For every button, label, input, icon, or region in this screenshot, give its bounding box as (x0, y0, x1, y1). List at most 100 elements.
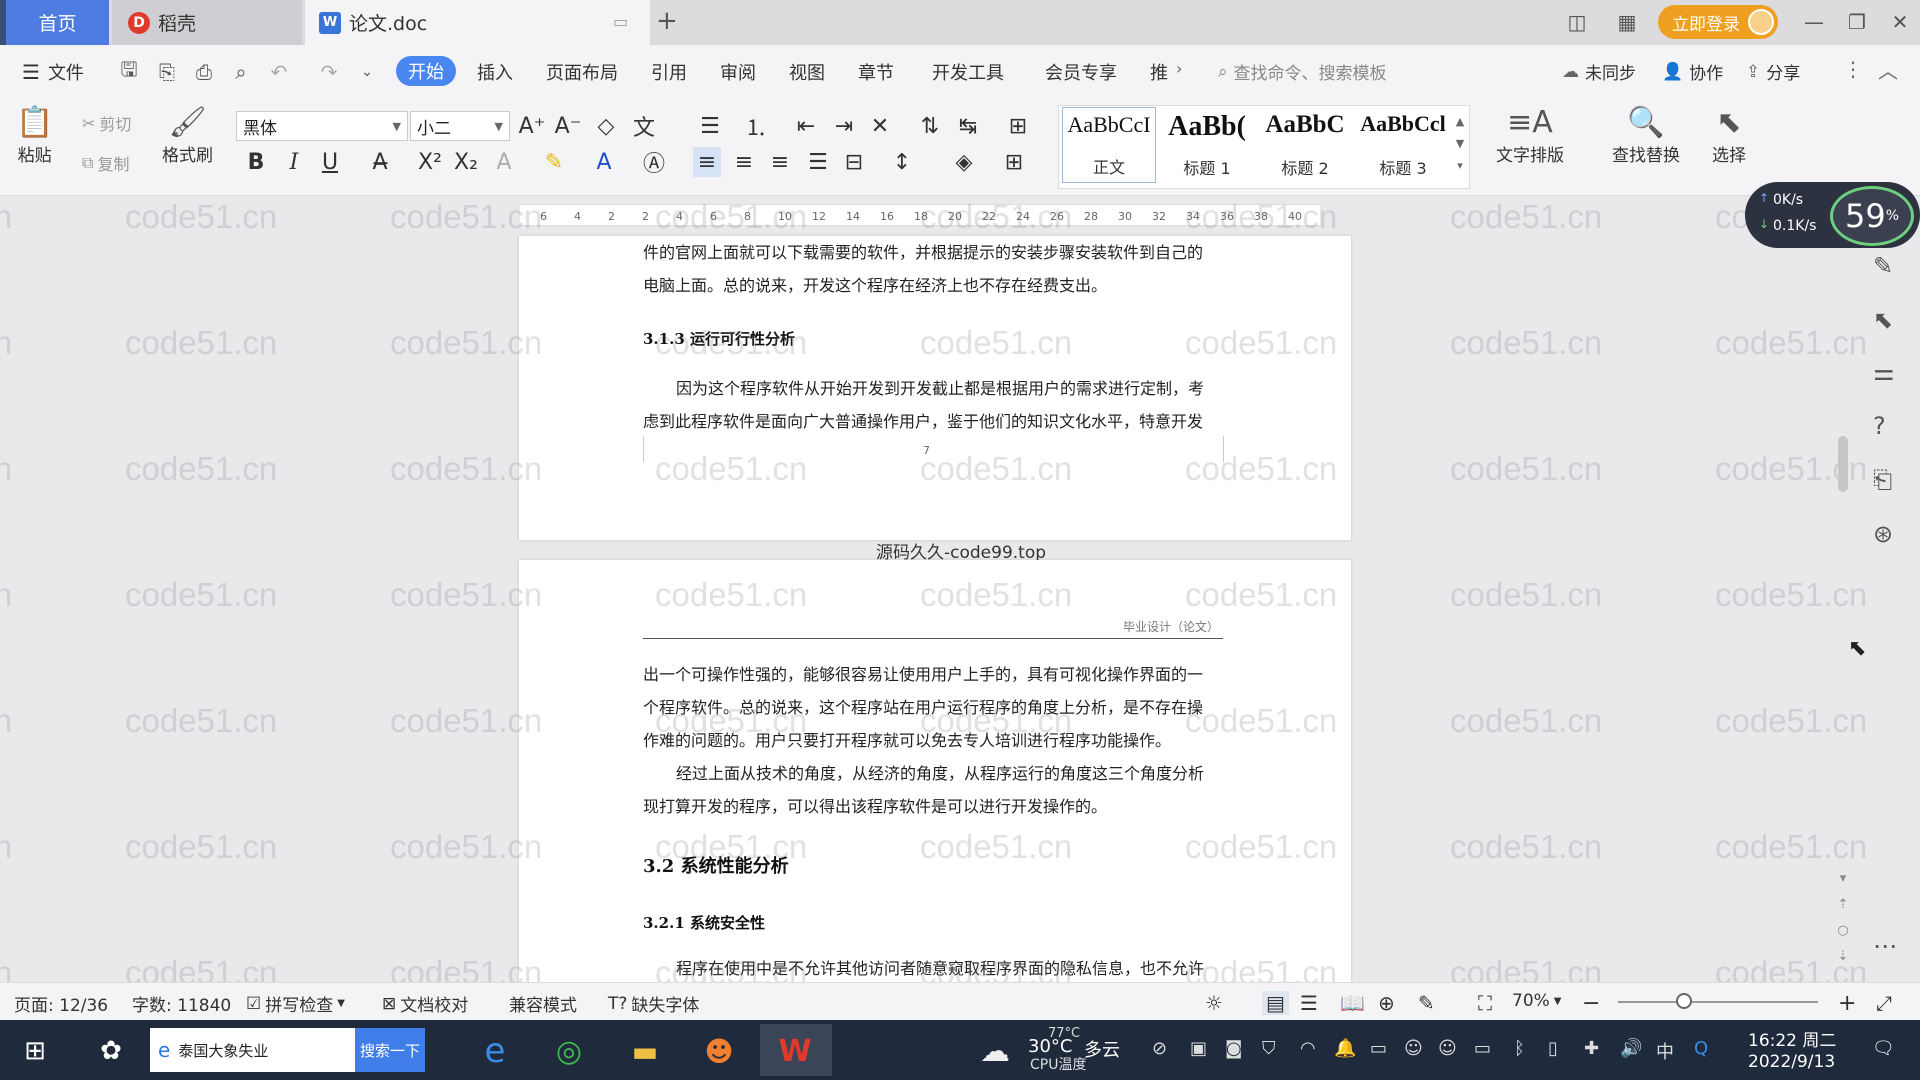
tray-app-icon[interactable]: ◙ (1225, 1038, 1242, 1059)
font-color-icon[interactable]: A (590, 147, 618, 177)
proofread-button[interactable]: ⊠ 文档校对 (382, 991, 468, 1017)
file-explorer-icon[interactable]: ▬ (622, 1028, 668, 1074)
align-right-icon[interactable]: ≡ (766, 147, 794, 177)
media-app-icon[interactable]: ☻ (696, 1028, 742, 1074)
ie-browser-icon[interactable]: e (472, 1028, 518, 1074)
page-view-icon[interactable]: ▤ (1262, 991, 1289, 1015)
windows-start-icon[interactable]: ⊞ (12, 1028, 58, 1074)
network-speed-widget[interactable]: 0K/s 0.1K/s ↑ ↓ 59% (1745, 182, 1920, 248)
bluetooth-icon[interactable]: ᛒ (1514, 1038, 1525, 1059)
outline-view-icon[interactable]: ☰ (1300, 991, 1318, 1015)
qq-icon[interactable]: ☺ (1438, 1038, 1457, 1059)
print-preview-icon[interactable]: ⌕ (228, 59, 254, 85)
restore-icon[interactable]: ❐ (1840, 8, 1874, 36)
chinese-layout-icon[interactable]: ✕ (866, 111, 894, 141)
paste-button[interactable]: 📋 粘贴 (16, 105, 53, 166)
format-painter-button[interactable]: 🖌 格式刷 (162, 105, 213, 166)
menu-review[interactable]: 审阅 (720, 59, 756, 85)
ruler[interactable]: 6 4 2 2 4 6 8 10 12 14 16 18 20 22 24 26 28 30 32 34 36 38 40 (0, 196, 1920, 236)
save-icon[interactable]: 🖫 (116, 57, 142, 85)
tab-home[interactable]: 首页 (6, 0, 109, 45)
char-border-icon[interactable]: Ⓐ (640, 147, 668, 177)
share-button[interactable]: ⇪ 分享 (1746, 59, 1800, 85)
eye-protect-icon[interactable]: ☼ (1205, 991, 1223, 1015)
collapse-ribbon-icon[interactable]: ︿ (1878, 55, 1898, 84)
clock-time[interactable]: 16:22 周二 (1748, 1026, 1836, 1051)
cut-button[interactable]: ✂ 剪切 (82, 111, 131, 135)
tab-daoke[interactable]: D 稻壳 (112, 0, 302, 45)
menu-page-layout[interactable]: 页面布局 (546, 59, 618, 85)
collab-button[interactable]: 👤 协作 (1662, 59, 1723, 85)
notification-icon[interactable]: 🗨 (1872, 1038, 1895, 1059)
zoom-slider[interactable] (1618, 1001, 1818, 1003)
print-icon[interactable]: ⎙ (191, 59, 217, 85)
menu-developer[interactable]: 开发工具 (932, 59, 1004, 85)
redo-icon[interactable]: ↷ (316, 59, 342, 85)
zoom-in-icon[interactable]: + (1838, 991, 1856, 1016)
align-center-icon[interactable]: ≡ (730, 147, 758, 177)
menu-recommend[interactable]: 推 (1150, 59, 1168, 85)
layout-toggle-icon[interactable]: ◫ (1560, 8, 1594, 36)
bold-icon[interactable]: B (242, 147, 270, 177)
pen-icon[interactable]: ✎ (1873, 252, 1893, 280)
justify-icon[interactable]: ☰ (804, 147, 832, 177)
assistant-icon[interactable]: ✿ (88, 1028, 134, 1074)
menu-insert[interactable]: 插入 (477, 59, 513, 85)
screen-icon[interactable]: ▭ (613, 12, 628, 31)
360-browser-icon[interactable]: ◎ (546, 1028, 592, 1074)
zoom-slider-handle[interactable] (1676, 993, 1692, 1009)
show-marks-icon[interactable]: ⊞ (1004, 111, 1032, 141)
zoom-out-icon[interactable]: − (1582, 991, 1600, 1016)
file-menu[interactable]: ☰ 文件 (22, 59, 84, 85)
wps-office-icon[interactable]: W (772, 1028, 818, 1074)
fit-page-icon[interactable]: ⛶ (1478, 991, 1492, 1015)
menu-start[interactable]: 开始 (396, 56, 456, 86)
subscript-icon[interactable]: X₂ (452, 147, 480, 177)
italic-icon[interactable]: I (280, 147, 308, 177)
text-direction-icon[interactable]: ↹ (954, 111, 982, 141)
bell-icon[interactable]: 🔔 (1334, 1038, 1356, 1059)
fullscreen-icon[interactable]: ⤢ (1876, 991, 1892, 1015)
ime-indicator[interactable]: 中 (1656, 1038, 1674, 1064)
align-left-icon[interactable]: ≡ (693, 147, 721, 177)
backup-icon[interactable]: ⎗ (1873, 466, 1892, 494)
zoom-select[interactable]: 70% ▼ (1512, 991, 1562, 1011)
document-page[interactable]: 件的官网上面就可以下载需要的软件，并根据提示的安装步骤安装软件到自己的 电脑上面… (519, 236, 1351, 540)
customize-chevron-icon[interactable]: ⌄ (354, 59, 380, 85)
clock-date[interactable]: 2022/9/13 (1748, 1052, 1835, 1072)
shading-icon[interactable]: ◈ (950, 147, 978, 177)
superscript-icon[interactable]: X² (416, 147, 444, 177)
volume-icon[interactable]: 🔊 (1620, 1038, 1642, 1059)
menu-chapter[interactable]: 章节 (858, 59, 894, 85)
word-count[interactable]: 字数: 11840 (132, 991, 231, 1016)
menu-member[interactable]: 会员专享 (1045, 59, 1117, 85)
close-icon[interactable]: ✕ (1883, 8, 1917, 36)
phonetic-icon[interactable]: 文 (630, 111, 658, 141)
menu-view[interactable]: 视图 (789, 59, 825, 85)
sliders-icon[interactable]: ⚌ (1873, 358, 1895, 386)
find-replace-button[interactable]: 🔍 查找替换 (1612, 105, 1680, 166)
copy-button[interactable]: ⧉ 复制 (82, 151, 129, 175)
page-indicator[interactable]: 页面: 12/36 (14, 991, 108, 1016)
shrink-font-icon[interactable]: A⁻ (554, 111, 582, 141)
usb-icon[interactable]: ▯ (1548, 1038, 1558, 1059)
borders-icon[interactable]: ⊞ (1000, 147, 1028, 177)
missing-font-button[interactable]: T? 缺失字体 (608, 991, 699, 1017)
tray-app-icon[interactable]: ✚ (1584, 1038, 1599, 1059)
clear-format-icon[interactable]: ◇ (592, 111, 620, 141)
tray-app-icon[interactable]: ▣ (1190, 1038, 1207, 1059)
text-layout-button[interactable]: ≡A 文字排版 (1496, 105, 1564, 166)
increase-indent-icon[interactable]: ⇥ (830, 111, 858, 141)
grow-font-icon[interactable]: A⁺ (518, 111, 546, 141)
document-page[interactable]: 毕业设计（论文） 出一个可操作性强的，能够很容易让使用用户上手的，具有可视化操作… (519, 560, 1351, 982)
new-tab-plus-icon[interactable]: + (656, 6, 678, 36)
taskbar-search-button[interactable]: 搜索一下 (355, 1028, 425, 1072)
menu-references[interactable]: 引用 (651, 59, 687, 85)
text-effect-icon[interactable]: A (490, 147, 518, 177)
pen-mode-icon[interactable]: ✎ (1418, 991, 1435, 1015)
gpu-icon[interactable]: ▭ (1370, 1038, 1387, 1059)
vertical-scrollbar[interactable]: ▾ ⇡ ○ ⇣ (1834, 236, 1852, 982)
qq-icon[interactable]: ☺ (1404, 1038, 1423, 1059)
spell-check-button[interactable]: ☑ 拼写检查 ▼ (246, 991, 345, 1017)
pointer-icon[interactable]: ⬉ (1873, 306, 1893, 334)
